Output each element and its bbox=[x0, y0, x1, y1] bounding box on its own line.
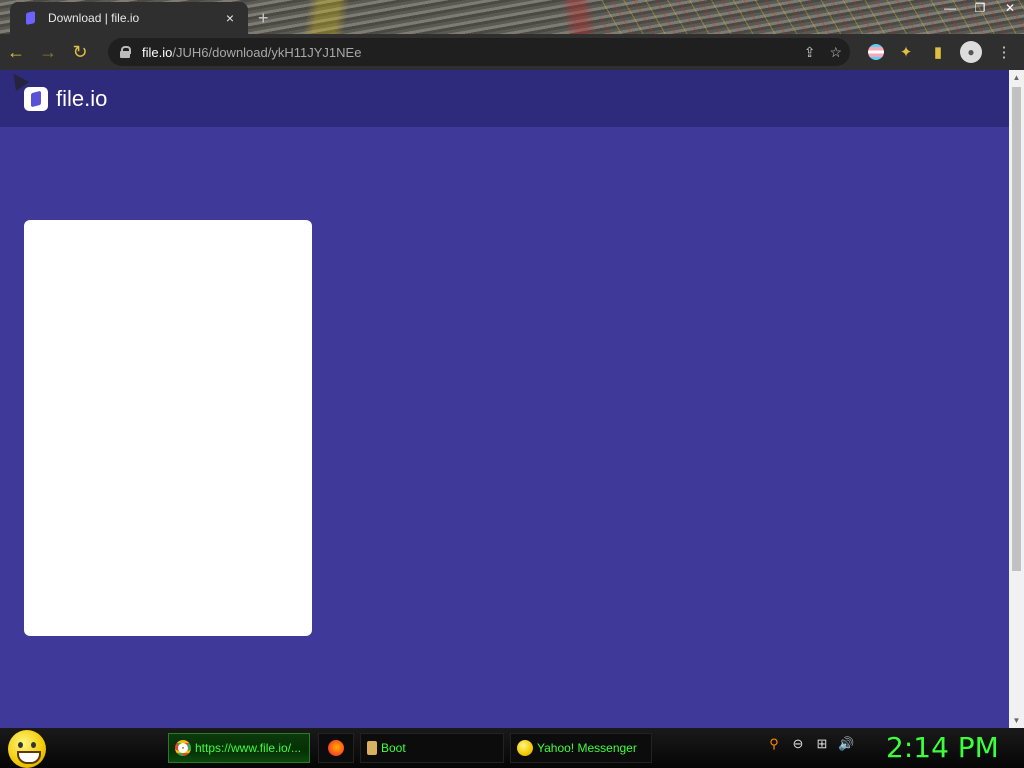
fileio-logo-icon[interactable] bbox=[24, 86, 48, 111]
download-card bbox=[24, 220, 312, 636]
extension-area: ✦ ▮ ● ⋮ bbox=[868, 34, 1014, 70]
firefox-icon bbox=[328, 740, 344, 756]
omnibox-actions: ⇪ ☆ bbox=[804, 38, 842, 66]
browser-tab-strip: Download | file.io × + — ❐ ✕ bbox=[0, 0, 1024, 34]
window-controls: — ❐ ✕ bbox=[942, 0, 1018, 16]
tab-close-icon[interactable]: × bbox=[222, 10, 238, 26]
address-bar[interactable]: file.io/JUH6/download/ykH11JYJ1NEe ⇪ ☆ bbox=[108, 38, 850, 66]
scroll-up-icon[interactable]: ▲ bbox=[1009, 70, 1024, 85]
browser-menu-icon[interactable]: ⋮ bbox=[994, 42, 1014, 62]
taskbar: https://www.file.io/... Boot Yahoo! Mess… bbox=[0, 728, 1024, 768]
volume-icon[interactable]: 🔊 bbox=[838, 736, 854, 752]
tab-download-fileio[interactable]: Download | file.io × bbox=[10, 2, 248, 34]
taskbar-item-chrome[interactable]: https://www.file.io/... bbox=[168, 733, 310, 763]
scrollbar-thumb[interactable] bbox=[1012, 87, 1021, 571]
system-tray: ⚲ ⊖ ⊞ 🔊 bbox=[766, 736, 854, 752]
taskbar-clock[interactable]: 2:14 PM bbox=[886, 731, 999, 764]
share-icon[interactable]: ⇪ bbox=[804, 44, 816, 61]
extensions-puzzle-icon[interactable]: ✦ bbox=[896, 42, 916, 62]
lock-icon[interactable] bbox=[120, 46, 131, 58]
forward-button-icon[interactable]: → bbox=[32, 34, 64, 70]
flag-extension-icon[interactable] bbox=[868, 44, 884, 60]
minimize-icon[interactable]: — bbox=[942, 0, 958, 16]
tray-search-icon[interactable]: ⚲ bbox=[766, 736, 782, 752]
close-window-icon[interactable]: ✕ bbox=[1002, 0, 1018, 16]
url-host: file.io bbox=[142, 44, 173, 60]
url-path: /JUH6/download/ykH11JYJ1NEe bbox=[172, 44, 362, 60]
new-tab-icon[interactable]: + bbox=[258, 8, 269, 29]
taskbar-item-firefox[interactable] bbox=[318, 733, 354, 763]
taskbar-item-label: Boot bbox=[381, 741, 406, 755]
restore-icon[interactable]: ❐ bbox=[972, 0, 988, 16]
reload-button-icon[interactable]: ↻ bbox=[64, 34, 96, 70]
yahoo-messenger-icon bbox=[517, 740, 533, 756]
boot-icon bbox=[367, 741, 377, 755]
chrome-icon bbox=[175, 740, 191, 756]
tab-title: Download | file.io bbox=[48, 11, 140, 25]
taskbar-item-label: Yahoo! Messenger bbox=[537, 741, 637, 755]
taskbar-item-label: https://www.file.io/... bbox=[195, 741, 302, 755]
fileio-favicon-icon bbox=[24, 11, 38, 25]
side-panel-icon[interactable]: ▮ bbox=[928, 42, 948, 62]
taskbar-item-yahoo-messenger[interactable]: Yahoo! Messenger bbox=[510, 733, 652, 763]
network-icon[interactable]: ⊞ bbox=[814, 736, 830, 752]
taskbar-item-boot[interactable]: Boot bbox=[360, 733, 504, 763]
page-viewport: file.io bbox=[0, 70, 1009, 728]
bookmark-star-icon[interactable]: ☆ bbox=[829, 44, 842, 61]
scroll-down-icon[interactable]: ▼ bbox=[1009, 713, 1024, 728]
site-logo-text[interactable]: file.io bbox=[56, 86, 107, 112]
page-scrollbar[interactable]: ▲ ▼ bbox=[1009, 70, 1024, 728]
profile-avatar-icon[interactable]: ● bbox=[960, 41, 982, 63]
site-header: file.io bbox=[0, 70, 1009, 127]
start-button-smiley-icon[interactable] bbox=[8, 730, 46, 768]
back-button-icon[interactable]: ← bbox=[0, 34, 32, 70]
tray-minus-icon[interactable]: ⊖ bbox=[790, 736, 806, 752]
